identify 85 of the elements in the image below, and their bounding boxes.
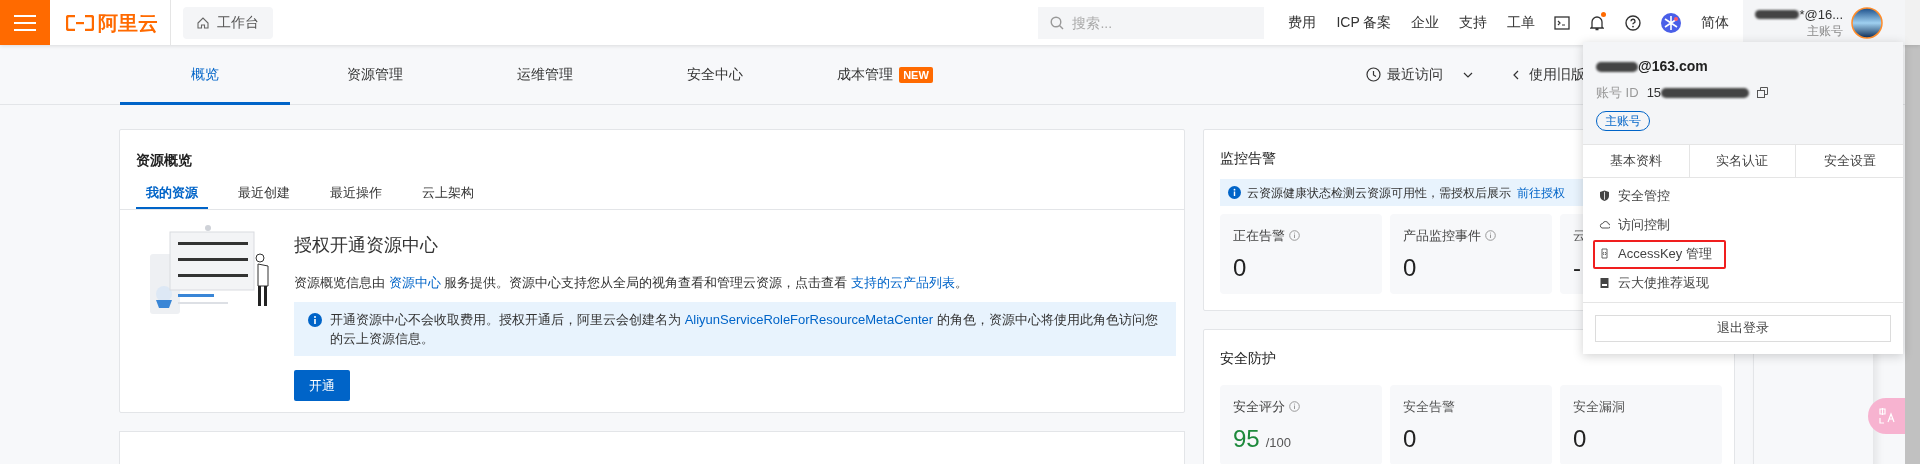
account-email: @163.com bbox=[1638, 57, 1708, 76]
nav-tab[interactable]: 概览 bbox=[120, 44, 290, 105]
resource-tab[interactable]: 最近操作 bbox=[320, 183, 392, 209]
card-title: 安全防护 bbox=[1220, 349, 1276, 368]
nav-link[interactable]: 工单 bbox=[1497, 12, 1546, 33]
account-id-label: 账号 ID bbox=[1596, 84, 1639, 102]
metric-label: 安全告警 bbox=[1403, 398, 1455, 416]
home-icon bbox=[197, 16, 209, 29]
profile-tab[interactable]: 实名认证 bbox=[1689, 144, 1797, 177]
metric-value: 0 bbox=[1403, 424, 1417, 453]
menu-item[interactable]: 安全管控 bbox=[1593, 181, 1676, 211]
metric-value: - bbox=[1573, 253, 1581, 282]
nav-tab[interactable]: 资源管理 bbox=[290, 44, 460, 105]
redaction-mark bbox=[1596, 61, 1638, 72]
nav-tab[interactable]: 成本管理 NEW bbox=[800, 44, 970, 105]
recent-visits-dropdown[interactable]: 最近访问 bbox=[1366, 64, 1473, 85]
metric-label: 安全评分 bbox=[1233, 398, 1285, 416]
nav-link[interactable]: 费用 bbox=[1278, 12, 1327, 33]
activate-button[interactable]: 开通 bbox=[294, 370, 350, 401]
account-button[interactable]: *@16... 主账号 bbox=[1743, 0, 1905, 45]
clock-icon bbox=[1366, 67, 1381, 82]
notice-text: 云资源健康状态检测云资源可用性，需授权后展示 bbox=[1247, 184, 1511, 202]
notice-text: 开通资源中心不会收取费用。授权开通后，阿里云会创建名为 AliyunServiceRoleForResourceMetaCenter 的角色，资源中心将使用此角色访问您的云上资源信息。 bbox=[330, 311, 1159, 348]
card-icon bbox=[1599, 277, 1610, 289]
resource-tab[interactable]: 最近创建 bbox=[228, 183, 300, 209]
menu-icon bbox=[14, 14, 36, 31]
chevron-left-icon bbox=[1513, 69, 1519, 80]
metric-label: 安全漏洞 bbox=[1573, 398, 1625, 416]
account-role: 主账号 bbox=[1807, 22, 1843, 39]
logo-text: 阿里云 bbox=[98, 10, 158, 36]
authorize-link[interactable]: 前往授权 bbox=[1517, 183, 1565, 202]
metric-value: 0 bbox=[1573, 424, 1587, 453]
card-title: 资源概览 bbox=[135, 151, 193, 170]
shield-icon bbox=[1599, 190, 1610, 202]
metric-value: 0 bbox=[1233, 253, 1247, 282]
new-badge: NEW bbox=[899, 66, 933, 83]
nav-tab[interactable]: 安全中心 bbox=[630, 44, 800, 105]
metric-label: 产品监控事件 bbox=[1403, 227, 1481, 245]
resource-tab[interactable]: 我的资源 bbox=[136, 183, 208, 209]
account-name: *@16... bbox=[1799, 6, 1843, 23]
inline-link[interactable]: 支持的云产品列表 bbox=[850, 274, 955, 290]
info-icon bbox=[1485, 230, 1496, 242]
language-link[interactable]: 简体 bbox=[1691, 12, 1740, 33]
info-icon bbox=[308, 313, 322, 327]
section-heading: 授权开通资源中心 bbox=[294, 233, 439, 257]
nav-link[interactable]: 企业 bbox=[1401, 12, 1450, 33]
info-icon bbox=[1289, 401, 1300, 413]
metric-value: 0 bbox=[1403, 253, 1417, 282]
metric-label: 正在告警 bbox=[1233, 227, 1285, 245]
account-id: 15 bbox=[1646, 84, 1662, 102]
redaction-mark bbox=[1755, 10, 1800, 19]
menu-item[interactable]: 访问控制 bbox=[1593, 210, 1676, 240]
help-icon bbox=[1625, 14, 1642, 31]
info-icon bbox=[1289, 230, 1300, 242]
terminal-icon bbox=[1554, 15, 1571, 30]
sparkle-icon bbox=[1661, 12, 1682, 33]
description-text: 资源概览信息由 资源中心 服务提供。资源中心支持您从全局的视角查看和管理云资源，点击查看 支持的云产品列表。 bbox=[294, 273, 969, 292]
nav-link[interactable]: ICP 备案 bbox=[1326, 12, 1402, 33]
resource-tab[interactable]: 云上架构 bbox=[412, 183, 484, 209]
inline-link[interactable]: 资源中心 bbox=[388, 274, 441, 290]
workbench-button[interactable]: 工作台 bbox=[183, 6, 273, 39]
logout-button[interactable]: 退出登录 bbox=[1595, 314, 1891, 342]
copy-button[interactable] bbox=[1757, 87, 1769, 99]
info-icon bbox=[1228, 186, 1241, 199]
cloud-icon bbox=[1599, 219, 1610, 231]
bell-icon bbox=[1590, 14, 1605, 31]
nav-link[interactable]: 支持 bbox=[1449, 12, 1498, 33]
nav-tab[interactable]: 运维管理 bbox=[460, 44, 630, 105]
menu-item[interactable]: AccessKey 管理 bbox=[1593, 239, 1726, 269]
metric-value: 95 bbox=[1233, 424, 1260, 453]
copy-icon bbox=[1757, 87, 1769, 99]
menu-button[interactable] bbox=[0, 0, 50, 45]
profile-tab[interactable]: 安全设置 bbox=[1796, 144, 1903, 177]
search-field[interactable]: 搜索... bbox=[1038, 6, 1265, 39]
key-icon bbox=[1599, 248, 1610, 260]
card-title: 监控告警 bbox=[1220, 149, 1276, 168]
metric-suffix: /100 bbox=[1265, 433, 1291, 452]
inline-link[interactable]: AliyunServiceRoleForResourceMetaCenter bbox=[684, 312, 934, 327]
search-icon bbox=[1050, 15, 1065, 30]
avatar-icon bbox=[1851, 6, 1883, 39]
translate-icon bbox=[1878, 408, 1895, 424]
profile-tab[interactable]: 基本资料 bbox=[1583, 144, 1690, 177]
caret-icon bbox=[1463, 71, 1473, 78]
menu-item[interactable]: 云大使推荐返现 bbox=[1593, 268, 1715, 298]
logo-icon bbox=[66, 14, 94, 31]
